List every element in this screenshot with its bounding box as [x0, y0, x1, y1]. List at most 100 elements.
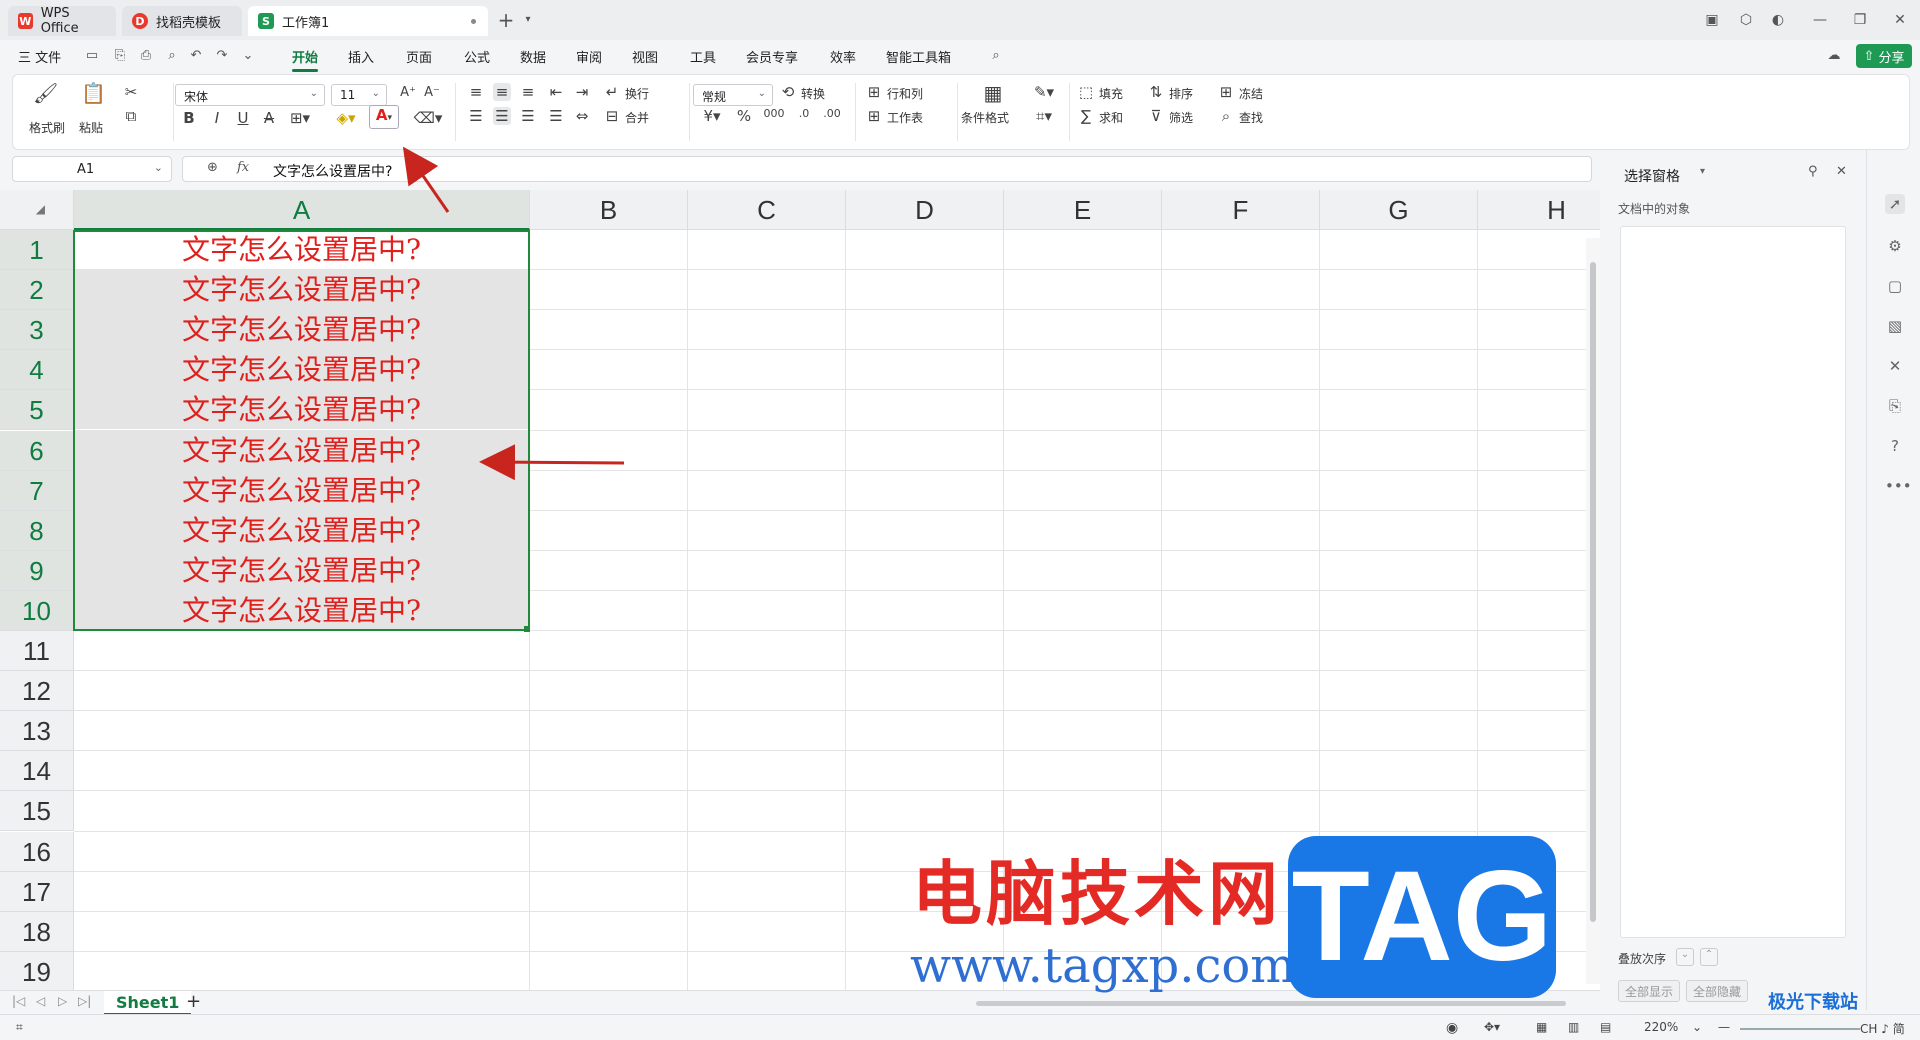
- align-middle-icon[interactable]: ≡: [493, 83, 511, 101]
- freeze-icon[interactable]: ⊞: [1217, 83, 1235, 101]
- rows-cols-label[interactable]: 行和列: [887, 85, 923, 102]
- avatar[interactable]: ◐: [1768, 10, 1788, 30]
- format-painter-icon[interactable]: 🖌: [33, 81, 58, 105]
- paste-icon[interactable]: 📋: [81, 81, 106, 105]
- font-size-select[interactable]: 11 ⌄: [331, 84, 387, 106]
- menu-review[interactable]: 审阅: [576, 47, 602, 66]
- fill-label[interactable]: 填充: [1099, 85, 1123, 102]
- select-pointer-icon[interactable]: ➚: [1885, 194, 1905, 214]
- more-icon[interactable]: •••: [1885, 476, 1912, 496]
- row-header-15[interactable]: 15: [0, 791, 74, 832]
- cube-icon[interactable]: ⬡: [1736, 10, 1756, 30]
- filter-icon[interactable]: ⊽: [1147, 107, 1165, 125]
- format-painter-label[interactable]: 格式刷: [29, 119, 65, 136]
- row-header-13[interactable]: 13: [0, 711, 74, 752]
- tab-wps-office[interactable]: W WPS Office: [8, 6, 116, 36]
- save-icon[interactable]: ▭: [84, 48, 100, 64]
- justify-icon[interactable]: ☰: [547, 107, 565, 125]
- cell-A1[interactable]: 文字怎么设置居中?: [74, 230, 529, 269]
- column-header-C[interactable]: C: [688, 190, 846, 230]
- row-header-7[interactable]: 7: [0, 470, 74, 511]
- image-icon[interactable]: ▧: [1885, 316, 1905, 336]
- page-layout-icon[interactable]: ▥: [1568, 1020, 1579, 1034]
- row-header-19[interactable]: 19: [0, 951, 74, 990]
- percent-icon[interactable]: %: [735, 107, 753, 125]
- help-icon[interactable]: ?: [1885, 436, 1905, 456]
- paste-label[interactable]: 粘贴: [79, 119, 103, 136]
- decrease-font-icon[interactable]: A⁻: [423, 85, 441, 100]
- column-header-H[interactable]: H: [1478, 190, 1600, 230]
- distribute-icon[interactable]: ⇔: [573, 107, 591, 125]
- menu-home[interactable]: 开始: [292, 47, 318, 66]
- formula-bar[interactable]: ⊕ fx 文字怎么设置居中?: [182, 156, 1592, 182]
- sum-icon[interactable]: ∑: [1077, 107, 1095, 125]
- align-right-icon[interactable]: ☰: [519, 107, 537, 125]
- export-icon[interactable]: ⎘: [112, 48, 128, 64]
- align-bottom-icon[interactable]: ≡: [519, 83, 537, 101]
- row-header-5[interactable]: 5: [0, 390, 74, 431]
- fill-icon[interactable]: ⬚: [1077, 83, 1095, 101]
- minimize-icon[interactable]: —: [1810, 10, 1830, 30]
- thousands-icon[interactable]: 000: [763, 107, 785, 120]
- page-break-icon[interactable]: ▤: [1600, 1020, 1611, 1034]
- zoom-chevron-icon[interactable]: ⌄: [1692, 1020, 1702, 1034]
- add-sheet-button[interactable]: +: [186, 991, 201, 1012]
- prev-sheet-icon[interactable]: ◁: [36, 994, 45, 1008]
- row-header-4[interactable]: 4: [0, 350, 74, 391]
- underline-icon[interactable]: U: [235, 109, 251, 127]
- find-icon[interactable]: ⌕: [1217, 107, 1235, 125]
- name-box[interactable]: A1 ⌄: [12, 156, 172, 182]
- properties-icon[interactable]: ⚙: [1885, 236, 1905, 256]
- menu-smart-toolbox[interactable]: 智能工具箱: [886, 47, 951, 66]
- row-header-16[interactable]: 16: [0, 831, 74, 872]
- show-all-button[interactable]: 全部显示: [1618, 980, 1681, 1002]
- menu-data[interactable]: 数据: [520, 47, 546, 66]
- align-center-icon[interactable]: ☰: [493, 107, 511, 125]
- menu-efficiency[interactable]: 效率: [830, 47, 856, 66]
- sort-icon[interactable]: ⇅: [1147, 83, 1165, 101]
- worksheet-icon[interactable]: ⊞: [865, 107, 883, 125]
- italic-icon[interactable]: I: [209, 109, 225, 127]
- cut-icon[interactable]: ✂: [121, 83, 141, 101]
- table-style-icon[interactable]: ⌗▾: [1031, 107, 1057, 125]
- book-icon[interactable]: ⎘: [1885, 396, 1905, 416]
- cell-A2[interactable]: 文字怎么设置居中?: [74, 270, 529, 310]
- row-header-6[interactable]: 6: [0, 430, 74, 471]
- merge-label[interactable]: 合并: [625, 109, 649, 126]
- search-icon[interactable]: ⌕: [988, 48, 1004, 64]
- comment-icon[interactable]: ▢: [1885, 276, 1905, 296]
- rows-cols-icon[interactable]: ⊞: [865, 83, 883, 101]
- menu-tools[interactable]: 工具: [690, 47, 716, 66]
- cell-A9[interactable]: 文字怎么设置居中?: [74, 550, 529, 590]
- conditional-format-icon[interactable]: ▦: [981, 81, 1005, 105]
- sum-label[interactable]: 求和: [1099, 109, 1123, 126]
- zoom-slider[interactable]: [1740, 1028, 1860, 1030]
- normal-view-icon[interactable]: ▦: [1536, 1020, 1547, 1034]
- align-left-icon[interactable]: ☰: [467, 107, 485, 125]
- row-header-12[interactable]: 12: [0, 671, 74, 712]
- row-header-18[interactable]: 18: [0, 911, 74, 952]
- column-header-D[interactable]: D: [846, 190, 1004, 230]
- reading-mode-icon[interactable]: ✥▾: [1484, 1020, 1500, 1034]
- menu-view[interactable]: 视图: [632, 47, 658, 66]
- column-header-F[interactable]: F: [1162, 190, 1320, 230]
- row-header-8[interactable]: 8: [0, 510, 74, 551]
- sort-label[interactable]: 排序: [1169, 85, 1193, 102]
- convert-icon[interactable]: ⟲: [779, 83, 797, 101]
- close-window-icon[interactable]: ✕: [1890, 10, 1910, 30]
- first-sheet-icon[interactable]: |◁: [12, 994, 25, 1008]
- restore-icon[interactable]: ❐: [1850, 10, 1870, 30]
- number-format-select[interactable]: 常规 ⌄: [693, 84, 773, 106]
- objects-list[interactable]: [1620, 226, 1846, 938]
- menu-insert[interactable]: 插入: [348, 47, 374, 66]
- cell-A10[interactable]: 文字怎么设置居中?: [74, 590, 529, 630]
- cell-A7[interactable]: 文字怎么设置居中?: [74, 470, 529, 510]
- freeze-label[interactable]: 冻结: [1239, 85, 1263, 102]
- select-all-corner[interactable]: ◢: [0, 190, 74, 230]
- cell-A4[interactable]: 文字怎么设置居中?: [74, 350, 529, 390]
- column-header-A[interactable]: A: [74, 190, 530, 230]
- strikethrough-icon[interactable]: A: [261, 109, 277, 127]
- pin-icon[interactable]: ⚲: [1808, 164, 1818, 179]
- move-up-icon[interactable]: ⌃: [1700, 948, 1718, 966]
- row-header-14[interactable]: 14: [0, 751, 74, 792]
